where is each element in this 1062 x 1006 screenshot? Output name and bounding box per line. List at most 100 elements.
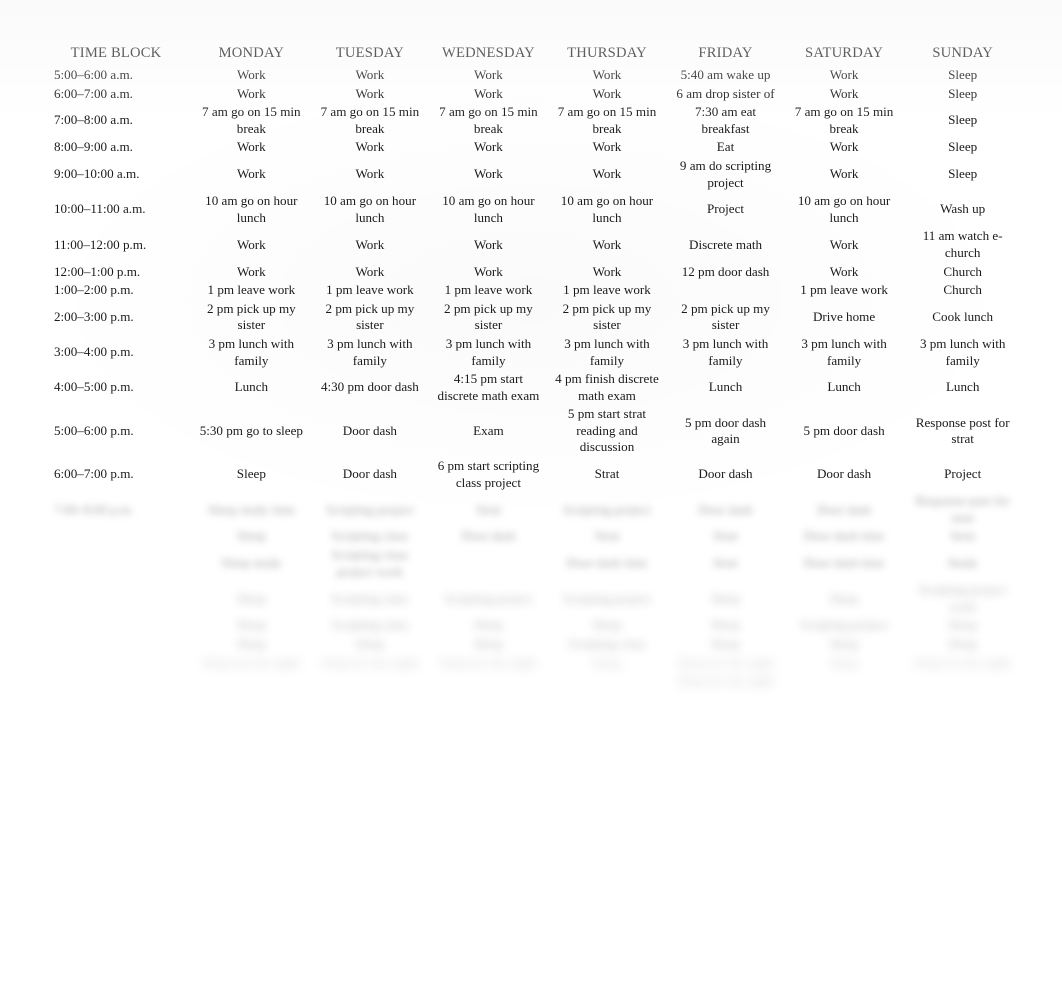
time-block-cell: 5:00–6:00 a.m. [54, 67, 133, 82]
schedule-cell: Sleep for the night [202, 654, 300, 670]
schedule-cell: Sleep [948, 617, 978, 633]
schedule-cell [903, 672, 1022, 691]
schedule-cell: Work [355, 85, 385, 101]
time-block-cell: 9:00–10:00 a.m. [54, 166, 140, 182]
schedule-cell: Work [474, 263, 503, 279]
table-row: 10:00–11:00 a.m. 10 am go on hour lunch 10… [40, 192, 1022, 227]
schedule-cell: 2 pm pick up my sister [325, 300, 415, 333]
schedule-cell [429, 546, 548, 581]
schedule-cell: Door dash [342, 466, 397, 482]
schedule-cell: Sleep [710, 617, 741, 633]
schedule-cell: 5:40 am wake up [680, 67, 771, 82]
schedule-cell: Lunch [708, 379, 743, 395]
time-block-cell: 4:00–5:00 p.m. [54, 379, 134, 395]
schedule-cell: Work [829, 139, 859, 155]
schedule-cell: Drive home [812, 309, 876, 325]
schedule-cell: Scripting class project work [331, 547, 409, 579]
schedule-cell: Scripting class [568, 636, 646, 651]
schedule-cell: Scripting class [331, 617, 409, 633]
schedule-cell: 3 pm lunch with family [208, 335, 295, 368]
schedule-cell: Work [829, 85, 859, 101]
schedule-cell: Work [474, 166, 503, 182]
schedule-cell: 11 am watch e-church [922, 228, 1003, 260]
schedule-cell: 2 pm pick up my sister [562, 300, 652, 333]
column-header-saturday: SATURDAY [805, 45, 884, 61]
schedule-cell: Sleep [948, 166, 978, 182]
table-row: 8:00–9:00 a.m. Work Work Work Work Eat Work Sle… [40, 138, 1022, 157]
schedule-cell: Work [592, 263, 622, 279]
schedule-cell: Scripting class [331, 590, 409, 606]
schedule-cell: Work [829, 166, 859, 182]
schedule-cell: Study [947, 555, 978, 571]
table-row: 9:00–10:00 a.m. Work Work Work Work 9 am do s… [40, 157, 1022, 192]
schedule-cell: 7 am go on 15 min break [439, 104, 538, 136]
schedule-cell: Lunch [945, 379, 980, 395]
table-row: Sleep Sleep Sleep Scripting class Sleep Sleep… [40, 635, 1022, 654]
schedule-cell: 7 am go on 15 min break [794, 104, 894, 136]
schedule-cell: Door dash [461, 528, 516, 544]
table-row: Sleep Scripting class Door dash Strat Strat D… [40, 527, 1022, 546]
schedule-cell: Door dash [698, 501, 753, 517]
column-header-time-block: TIME BLOCK [70, 45, 162, 61]
schedule-cell: Church [943, 282, 982, 298]
schedule-cell: 9 am do scripting project [679, 157, 772, 190]
schedule-cell: Church [943, 263, 982, 279]
schedule-cell: Door dash [816, 501, 872, 517]
schedule-cell: 1 pm leave work [444, 282, 533, 298]
schedule-cell: Work [236, 85, 266, 101]
schedule-cell: 3 pm lunch with family [801, 335, 887, 368]
time-block-cell [40, 616, 192, 635]
schedule-cell: Work [592, 236, 622, 252]
time-block-cell: 1:00–2:00 p.m. [54, 282, 134, 298]
schedule-cell: Sleep [948, 636, 978, 651]
schedule-cell: Door dash [342, 422, 397, 438]
schedule-cell: 10 am go on hour lunch [205, 193, 298, 225]
time-block-cell [40, 635, 192, 654]
table-row: Sleep Scripting class Sleep Sleep Sleep Scrip… [40, 616, 1022, 635]
schedule-cell: Work [355, 139, 385, 155]
schedule-cell: Sleep study [220, 555, 282, 571]
table-row: 4:00–5:00 p.m. Lunch 4:30 pm door dash 4:15… [40, 370, 1022, 405]
schedule-cell: 7 am go on 15 min break [202, 104, 301, 136]
table-row: Sleep for the night [40, 672, 1022, 691]
time-block-cell: 7:00–8:00 p.m. [54, 501, 134, 517]
schedule-cell: Sleep [948, 139, 978, 155]
schedule-cell: Work [355, 67, 385, 82]
schedule-cell: 10 am go on hour lunch [442, 193, 535, 225]
schedule-cell: Response post for strat [915, 414, 1010, 447]
time-block-cell: 5:00–6:00 p.m. [54, 422, 134, 438]
table-row: Sleep study Scripting class project work D… [40, 546, 1022, 581]
table-row: 6:00–7:00 a.m. Work Work Work Work 6 am drop … [40, 85, 1022, 104]
table-row: 7:00–8:00 p.m. Sleep study time Scripting … [40, 492, 1022, 527]
schedule-cell: Work [236, 263, 266, 279]
schedule-cell: 7 am go on 15 min break [557, 104, 657, 136]
time-block-cell: 7:00–8:00 a.m. [54, 112, 133, 128]
schedule-cell [192, 672, 311, 691]
schedule-cell: 2 pm pick up my sister [206, 300, 296, 333]
column-header-thursday: THURSDAY [567, 45, 647, 61]
schedule-cell: 1 pm leave work [800, 282, 888, 298]
schedule-cell: Door dash time [803, 528, 885, 544]
weekly-schedule-table: TIME BLOCK MONDAY TUESDAY WEDNESDAY THUR… [40, 44, 1022, 691]
schedule-cell: Scripting project [444, 590, 533, 606]
column-header-sunday: SUNDAY [932, 45, 993, 61]
schedule-cell: Response post for strat [915, 493, 1010, 525]
header-row: TIME BLOCK MONDAY TUESDAY WEDNESDAY THUR… [40, 44, 1022, 66]
schedule-cell [785, 672, 904, 691]
schedule-cell: 7 am go on 15 min break [320, 104, 420, 136]
schedule-cell: Sleep [592, 617, 622, 633]
schedule-cell: Strat [713, 555, 738, 571]
schedule-cell: Work [236, 139, 266, 155]
schedule-cell: Sleep [236, 636, 266, 651]
column-header-tuesday: TUESDAY [335, 45, 404, 61]
schedule-cell: Strat [950, 528, 976, 544]
schedule-cell: Strat [594, 466, 620, 482]
schedule-cell: Scripting project [326, 501, 414, 517]
schedule-cell: Door dash time [566, 555, 648, 571]
schedule-cell: 2 pm pick up my sister [681, 300, 770, 333]
schedule-cell: Discrete math [688, 236, 763, 252]
time-block-cell [40, 527, 192, 546]
schedule-cell: 3 pm lunch with family [682, 335, 769, 368]
time-block-cell: 6:00–7:00 a.m. [54, 85, 133, 101]
schedule-cell: 12 pm door dash [681, 263, 770, 279]
